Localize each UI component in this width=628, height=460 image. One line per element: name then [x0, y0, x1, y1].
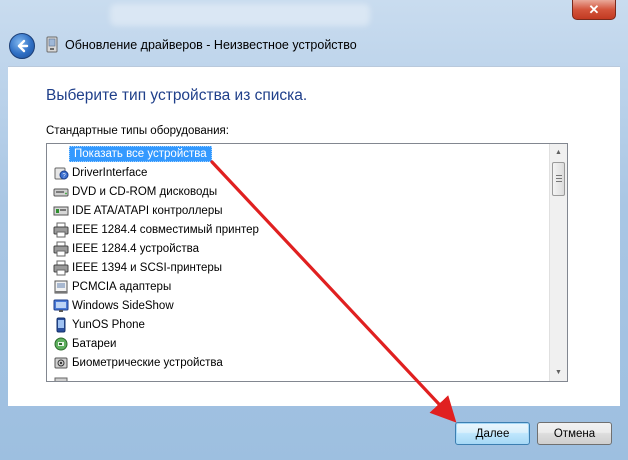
- ide-controller-icon: [53, 203, 69, 219]
- list-item-label: DriverInterface: [72, 166, 148, 179]
- cancel-button[interactable]: Отмена: [537, 422, 612, 445]
- close-icon: ✕: [588, 1, 600, 17]
- list-item[interactable]: YunOS Phone: [47, 315, 549, 334]
- list-item-label: IDE ATA/ATAPI контроллеры: [72, 204, 223, 217]
- list-item[interactable]: [47, 372, 549, 381]
- page-heading: Выберите тип устройства из списка.: [46, 87, 308, 104]
- list-item-label: PCMCIA адаптеры: [72, 280, 172, 293]
- scroll-down-icon: ▼: [555, 369, 562, 376]
- list-item[interactable]: IDE ATA/ATAPI контроллеры: [47, 201, 549, 220]
- list-item[interactable]: IEEE 1284.4 совместимый принтер: [47, 220, 549, 239]
- list-item[interactable]: Windows SideShow: [47, 296, 549, 315]
- vertical-scrollbar[interactable]: ▲ ▼: [549, 144, 567, 381]
- dialog-footer: Далее Отмена: [0, 406, 628, 460]
- list-item[interactable]: PCMCIA адаптеры: [47, 277, 549, 296]
- list-item-label: DVD и CD-ROM дисководы: [72, 185, 218, 198]
- scroll-up-button[interactable]: ▲: [550, 144, 567, 161]
- biometric-icon: [53, 355, 69, 371]
- list-item-label: Windows SideShow: [72, 299, 174, 312]
- dvd-drive-icon: [53, 184, 69, 200]
- phone-icon: [53, 317, 69, 333]
- title-bar: ✕ Обновление драйверов - Неизвестное уст…: [0, 0, 628, 66]
- pcmcia-card-icon: [53, 279, 69, 295]
- next-button[interactable]: Далее: [455, 422, 530, 445]
- driver-update-window: ✕ Обновление драйверов - Неизвестное уст…: [0, 0, 628, 460]
- list-item-label: IEEE 1284.4 устройства: [72, 242, 200, 255]
- partial-icon: [53, 374, 69, 381]
- dialog-content: Выберите тип устройства из списка. Станд…: [8, 66, 620, 406]
- list-item[interactable]: ? DriverInterface: [47, 163, 549, 182]
- list-item[interactable]: Биометрические устройства: [47, 353, 549, 372]
- list-item-label: Биометрические устройства: [72, 356, 223, 369]
- window-title: Обновление драйверов - Неизвестное устро…: [65, 38, 357, 52]
- device-manager-icon: [46, 36, 58, 53]
- list-item[interactable]: IEEE 1284.4 устройства: [47, 239, 549, 258]
- printer-icon: [53, 241, 69, 257]
- battery-icon: [53, 336, 69, 352]
- sideshow-icon: [53, 298, 69, 314]
- list-item[interactable]: IEEE 1394 и SCSI-принтеры: [47, 258, 549, 277]
- back-button[interactable]: [9, 33, 35, 59]
- scroll-up-icon: ▲: [555, 149, 562, 156]
- printer-icon: [53, 260, 69, 276]
- list-item-label: Показать все устройства: [69, 145, 212, 162]
- scroll-down-button[interactable]: ▼: [550, 364, 567, 381]
- unknown-device-icon: ?: [53, 165, 69, 181]
- list-item[interactable]: Показать все устройства: [47, 144, 549, 163]
- device-type-listbox[interactable]: Показать все устройства? DriverInterface D…: [46, 143, 568, 382]
- back-arrow-icon: [17, 39, 29, 53]
- list-item-label: Батареи: [72, 337, 117, 350]
- list-item-label: IEEE 1284.4 совместимый принтер: [72, 223, 259, 236]
- list-item-label: YunOS Phone: [72, 318, 145, 331]
- scroll-thumb[interactable]: [552, 162, 565, 196]
- list-label: Стандартные типы оборудования:: [46, 125, 229, 137]
- blurred-background-window: [110, 4, 370, 26]
- list-item-label: IEEE 1394 и SCSI-принтеры: [72, 261, 223, 274]
- list-item[interactable]: DVD и CD-ROM дисководы: [47, 182, 549, 201]
- device-type-list: Показать все устройства? DriverInterface D…: [47, 144, 549, 381]
- close-button[interactable]: ✕: [572, 0, 616, 20]
- printer-icon: [53, 222, 69, 238]
- list-item[interactable]: Батареи: [47, 334, 549, 353]
